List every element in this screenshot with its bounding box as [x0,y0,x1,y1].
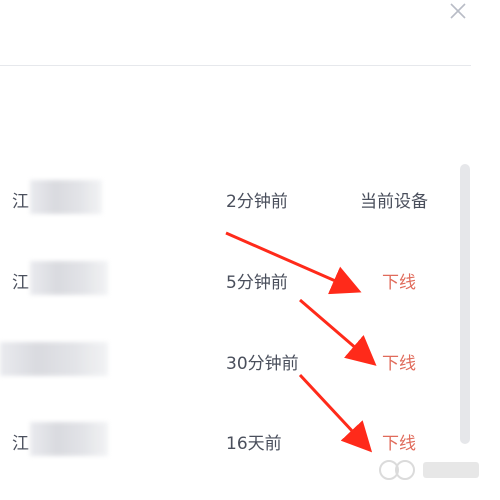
device-name: 江 [12,192,29,212]
scrollbar-thumb[interactable] [460,164,470,444]
logout-button[interactable]: 下线 [382,349,416,374]
redacted-device-name [30,261,108,295]
logout-button[interactable]: 下线 [382,268,416,293]
close-button[interactable] [447,0,469,22]
redacted-device-name [30,180,102,214]
scrollbar[interactable] [460,164,470,444]
device-name: 江 [12,273,29,293]
close-icon [450,3,466,19]
redacted-device-name [0,342,108,376]
header-divider [0,65,471,66]
current-device-label: 当前设备 [360,192,428,212]
device-name: 江 [12,434,29,454]
session-row: 30分钟前 下线 [0,342,460,382]
sessions-dialog: 江 2分钟前 当前设备 江 5分钟前 下线 30分钟前 下线 江 16天前 下线 [0,0,500,500]
session-row: 江 5分钟前 下线 [0,261,460,301]
session-time: 30分钟前 [226,354,299,374]
session-time: 2分钟前 [226,192,288,212]
redacted-device-name [30,422,108,456]
session-row: 江 2分钟前 当前设备 [0,180,460,220]
session-time: 16天前 [226,434,282,454]
session-time: 5分钟前 [226,273,288,293]
watermark-logo [379,460,479,480]
